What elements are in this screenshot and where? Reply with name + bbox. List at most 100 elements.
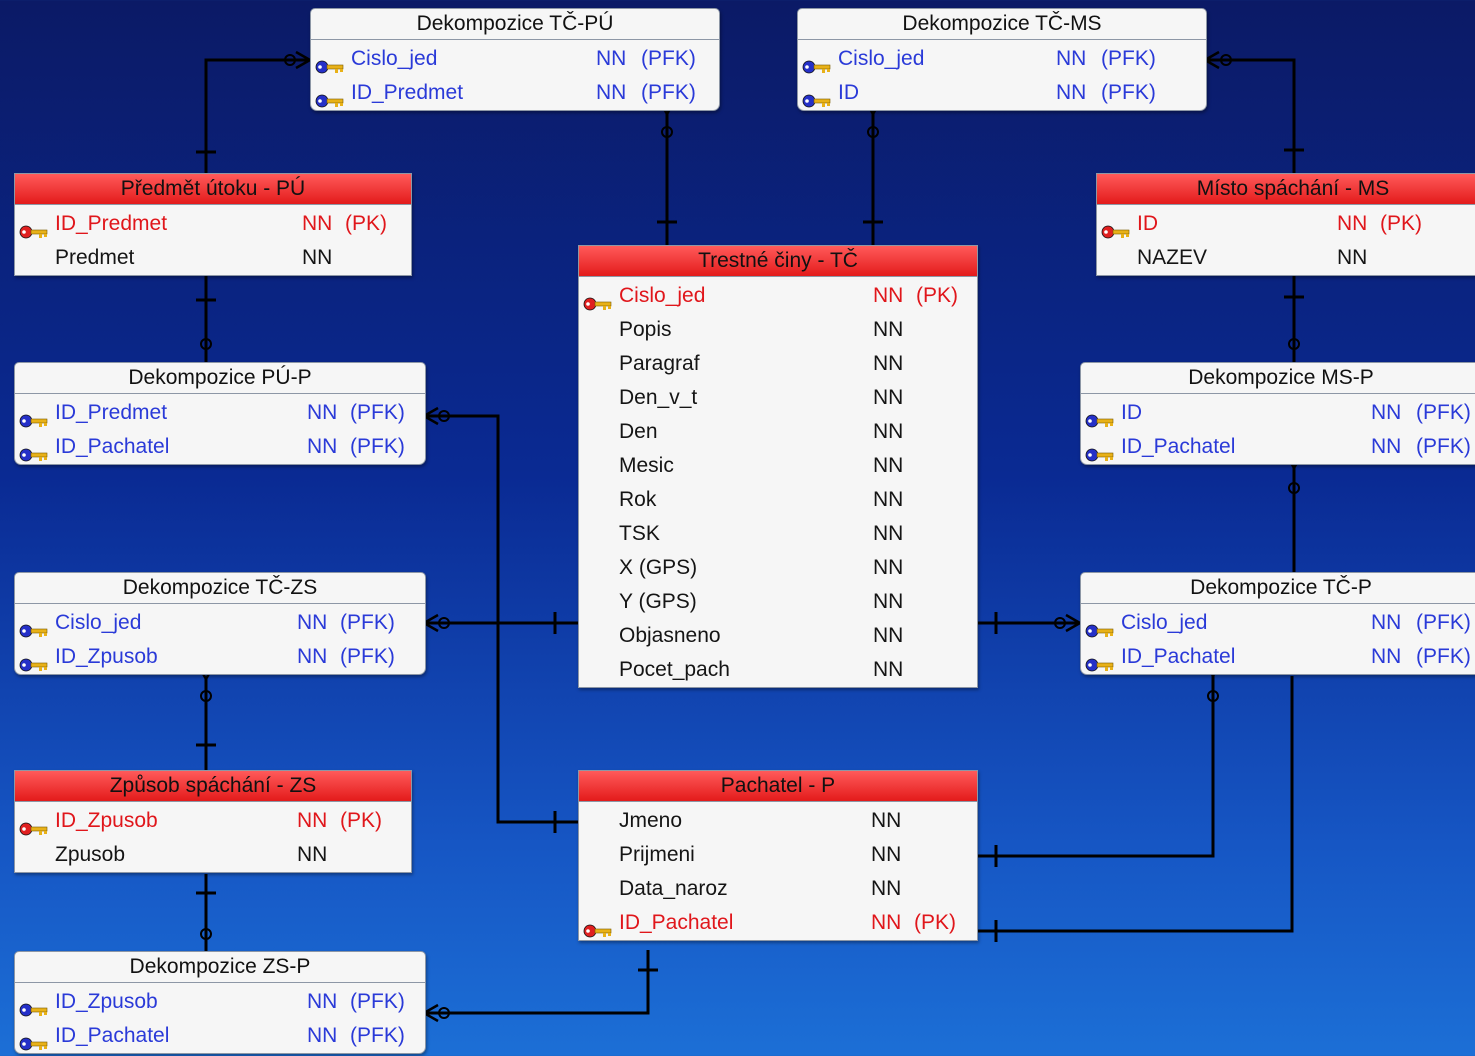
column-key-type: (PFK) [1416,645,1471,668]
column-row[interactable]: ID NN (PK) [1097,207,1475,241]
column-nullability: NN [307,990,338,1013]
column-key-type: (PK) [914,911,956,934]
relationship-line [424,950,650,1015]
table-title[interactable]: Místo spáchání - MS [1097,174,1475,205]
column-row[interactable]: ID_Pachatel NN (PFK) [15,430,425,464]
table-trestne-ciny[interactable]: Trestné činy - TČ Cislo_jed NN (PK) Popis NN P… [578,245,978,688]
column-nullability: NN [1337,246,1368,269]
column-row[interactable]: Cislo_jed NN (PK) [579,279,977,313]
table-dek-tc-ms[interactable]: Dekompozice TČ-MS Cislo_jed NN (PFK) ID NN (PF… [797,8,1207,111]
table-dek-pu-p[interactable]: Dekompozice PÚ-P ID_Predmet NN (PFK) ID_Pach… [14,362,426,465]
column-key-type: (PFK) [1416,611,1471,634]
column-row[interactable]: ID_Predmet NN (PK) [15,207,411,241]
table-title[interactable]: Dekompozice TČ-MS [798,9,1206,40]
column-row[interactable]: Predmet NN [15,241,411,275]
foreign-key-icon [315,52,345,74]
column-row[interactable]: ID_Predmet NN (PFK) [15,396,425,430]
column-nullability: NN [307,435,338,458]
column-list: ID NN (PK) NAZEV NN [1097,205,1475,275]
column-row[interactable]: Rok NN [579,483,977,517]
column-nullability: NN [302,212,333,235]
column-row[interactable]: Mesic NN [579,449,977,483]
column-nullability: NN [302,246,333,269]
relationship-line [204,58,310,173]
column-row[interactable]: Cislo_jed NN (PFK) [311,42,719,76]
table-predmet-utoku[interactable]: Předmět útoku - PÚ ID_Predmet NN (PK) Predme… [14,173,412,276]
table-dek-tc-pu[interactable]: Dekompozice TČ-PÚ Cislo_jed NN (PFK) ID_Pred… [310,8,720,111]
column-nullability: NN [1371,645,1402,668]
column-name: ID_Predmet [55,212,168,235]
column-nullability: NN [297,645,328,668]
table-title[interactable]: Dekompozice TČ-ZS [15,573,425,604]
column-row[interactable]: Den NN [579,415,977,449]
column-nullability: NN [871,877,902,900]
column-nullability: NN [873,624,904,647]
column-row[interactable]: Jmeno NN [579,804,977,838]
column-row[interactable]: ID_Zpusob NN (PFK) [15,640,425,674]
column-row[interactable]: ID NN (PFK) [798,76,1206,110]
table-title[interactable]: Pachatel - P [579,771,977,802]
column-row[interactable]: Cislo_jed NN (PFK) [1081,606,1475,640]
column-name: Zpusob [55,843,126,866]
column-row[interactable]: Prijmeni NN [579,838,977,872]
column-row[interactable]: X (GPS) NN [579,551,977,585]
column-list: Cislo_jed NN (PFK) ID_Pachatel NN (PFK) [1081,604,1475,674]
table-misto-spachani[interactable]: Místo spáchání - MS ID NN (PK) NAZEV NN [1096,173,1475,276]
column-row[interactable]: Objasneno NN [579,619,977,653]
column-nullability: NN [596,47,627,70]
column-row[interactable]: Pocet_pach NN [579,653,977,687]
column-name: Den [619,420,658,443]
table-title[interactable]: Předmět útoku - PÚ [15,174,411,205]
table-dek-zs-p[interactable]: Dekompozice ZS-P ID_Zpusob NN (PFK) ID_Pacha… [14,951,426,1054]
table-dek-ms-p[interactable]: Dekompozice MS-P ID NN (PFK) ID_Pachatel NN (P… [1080,362,1475,465]
table-title[interactable]: Dekompozice MS-P [1081,363,1475,394]
column-nullability: NN [307,401,338,424]
column-nullability: NN [1371,401,1402,424]
column-nullability: NN [873,386,904,409]
column-key-type: (PFK) [350,1024,405,1047]
table-title[interactable]: Dekompozice PÚ-P [15,363,425,394]
column-nullability: NN [297,843,328,866]
column-row[interactable]: ID_Zpusob NN (PK) [15,804,411,838]
table-dek-tc-p[interactable]: Dekompozice TČ-P Cislo_jed NN (PFK) ID_Pacha… [1080,572,1475,675]
column-name: Prijmeni [619,843,695,866]
table-dek-tc-zs[interactable]: Dekompozice TČ-ZS Cislo_jed NN (PFK) ID_Zpus… [14,572,426,675]
column-key-type: (PFK) [350,435,405,458]
column-nullability: NN [873,488,904,511]
column-row[interactable]: ID_Pachatel NN (PK) [579,906,977,940]
table-title[interactable]: Dekompozice TČ-P [1081,573,1475,604]
column-row[interactable]: Data_naroz NN [579,872,977,906]
table-title[interactable]: Dekompozice ZS-P [15,952,425,983]
foreign-key-icon [802,52,832,74]
column-row[interactable]: ID_Predmet NN (PFK) [311,76,719,110]
table-pachatel[interactable]: Pachatel - P Jmeno NN Prijmeni NN Data_naroz N… [578,770,978,941]
column-name: Mesic [619,454,674,477]
column-key-type: (PFK) [350,401,405,424]
column-row[interactable]: TSK NN [579,517,977,551]
column-row[interactable]: Den_v_t NN [579,381,977,415]
column-row[interactable]: ID_Pachatel NN (PFK) [1081,640,1475,674]
column-row[interactable]: Y (GPS) NN [579,585,977,619]
column-row[interactable]: ID NN (PFK) [1081,396,1475,430]
column-row[interactable]: ID_Pachatel NN (PFK) [15,1019,425,1053]
column-row[interactable]: Popis NN [579,313,977,347]
relationship-line [976,676,1215,858]
column-name: Cislo_jed [55,611,142,634]
column-name: ID_Pachatel [1121,435,1236,458]
table-zpusob-spachani[interactable]: Způsob spáchání - ZS ID_Zpusob NN (PK) Zpuso… [14,770,412,873]
table-title[interactable]: Způsob spáchání - ZS [15,771,411,802]
column-name: TSK [619,522,660,545]
column-row[interactable]: Paragraf NN [579,347,977,381]
column-row[interactable]: ID_Zpusob NN (PFK) [15,985,425,1019]
column-row[interactable]: Cislo_jed NN (PFK) [15,606,425,640]
column-row[interactable]: Zpusob NN [15,838,411,872]
table-title[interactable]: Trestné činy - TČ [579,246,977,277]
column-name: Data_naroz [619,877,728,900]
table-title[interactable]: Dekompozice TČ-PÚ [311,9,719,40]
column-nullability: NN [873,522,904,545]
column-row[interactable]: Cislo_jed NN (PFK) [798,42,1206,76]
column-row[interactable]: NAZEV NN [1097,241,1475,275]
foreign-key-icon [19,995,49,1017]
column-row[interactable]: ID_Pachatel NN (PFK) [1081,430,1475,464]
column-list: Cislo_jed NN (PFK) ID_Predmet NN (PFK) [311,40,719,110]
